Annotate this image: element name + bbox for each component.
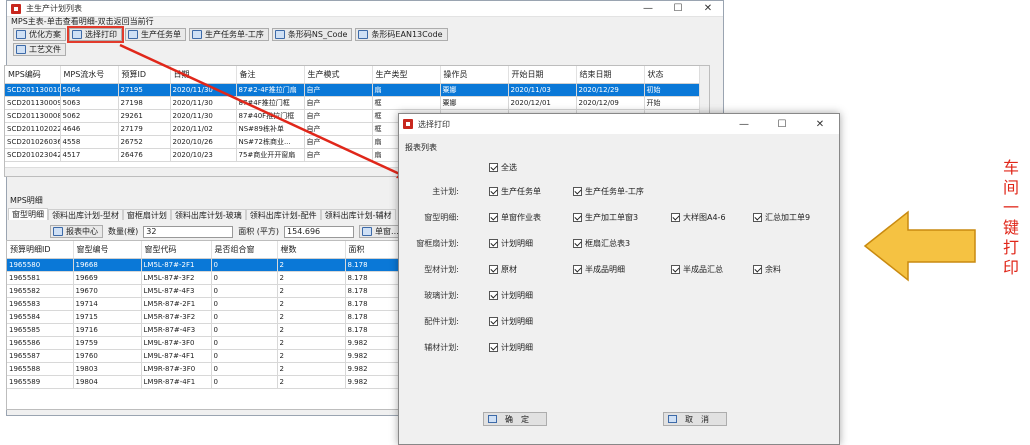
report-checkbox[interactable]: 计划明细 <box>489 342 533 353</box>
checkbox-checked-icon <box>489 239 498 248</box>
report-checkbox-label: 半成品明细 <box>585 265 625 274</box>
dialog-titlebar: 选择打印 — ☐ ✕ <box>399 114 839 134</box>
dialog-maximize-icon[interactable]: ☐ <box>763 119 801 130</box>
report-checkbox-label: 半成品汇总 <box>683 265 723 274</box>
checkbox-checked-icon <box>489 317 498 326</box>
cancel-label: 取 消 <box>685 414 709 424</box>
report-checkbox-label: 单窗作业表 <box>501 213 541 222</box>
dialog-close-icon[interactable]: ✕ <box>801 119 839 130</box>
report-checkbox-label: 计划明细 <box>501 291 533 300</box>
report-checkbox-label: 计划明细 <box>501 239 533 248</box>
report-checkbox[interactable]: 计划明细 <box>489 238 533 249</box>
dialog-title: 选择打印 <box>418 119 450 129</box>
checkbox-checked-icon <box>573 239 582 248</box>
checkbox-checked-icon <box>671 265 680 274</box>
report-checkbox-label: 原材 <box>501 265 517 274</box>
checkbox-checked-icon <box>671 213 680 222</box>
report-checkbox[interactable]: 半成品汇总 <box>671 264 723 275</box>
app-icon <box>403 119 413 129</box>
report-checkbox-label: 生产加工单窗3 <box>585 213 639 222</box>
report-checkbox-label: 大样图A4-6 <box>683 213 726 222</box>
checkbox-checked-icon <box>489 343 498 352</box>
yellow-left-arrow <box>863 210 976 282</box>
report-checkbox[interactable]: 生产任务单 <box>489 186 541 197</box>
checkbox-checked-icon <box>489 213 498 222</box>
cancel-icon <box>668 415 677 423</box>
report-group-label: 配件计划: <box>424 317 459 326</box>
ok-button[interactable]: 确 定 <box>483 412 547 426</box>
checkbox-checked-icon <box>489 265 498 274</box>
dialog-minimize-icon[interactable]: — <box>725 119 763 130</box>
report-checkbox[interactable]: 计划明细 <box>489 290 533 301</box>
report-checkbox[interactable]: 半成品明细 <box>573 264 625 275</box>
workshop-one-click-print-caption: 车间一键打印 <box>1002 158 1019 277</box>
report-group-label: 窗框扇计划: <box>416 239 459 248</box>
report-checkbox-label: 计划明细 <box>501 317 533 326</box>
checkbox-checked-icon <box>573 265 582 274</box>
report-checkbox[interactable]: 单窗作业表 <box>489 212 541 223</box>
report-list-label: 报表列表 <box>405 143 437 152</box>
report-checkbox[interactable]: 生产任务单-工序 <box>573 186 644 197</box>
checkbox-checked-icon <box>573 187 582 196</box>
checkbox-checked-icon <box>753 265 762 274</box>
report-checkbox[interactable]: 原材 <box>489 264 517 275</box>
report-checkbox-label: 计划明细 <box>501 343 533 352</box>
report-checkbox-label: 生产任务单 <box>501 187 541 196</box>
report-checkbox[interactable]: 生产加工单窗3 <box>573 212 638 223</box>
ok-icon <box>488 415 497 423</box>
report-checkbox[interactable]: 余料 <box>753 264 781 275</box>
report-group-label: 辅材计划: <box>424 343 459 352</box>
report-group-label: 主计划: <box>432 187 459 196</box>
ok-label: 确 定 <box>505 414 529 424</box>
checkbox-checked-icon <box>489 187 498 196</box>
report-checkbox-label: 生产任务单-工序 <box>585 187 644 196</box>
checkbox-checked-icon <box>753 213 762 222</box>
select-print-dialog: 选择打印 — ☐ ✕ 报表列表 全选 主计划: 生产任务单 生产任务单-工序窗型明细… <box>398 113 840 445</box>
report-checkbox[interactable]: 框扇汇总表3 <box>573 238 630 249</box>
select-all-label: 全选 <box>501 163 517 172</box>
cancel-button[interactable]: 取 消 <box>663 412 727 426</box>
report-checkbox[interactable]: 汇总加工单9 <box>753 212 810 223</box>
checkbox-checked-icon <box>573 213 582 222</box>
report-group-label: 玻璃计划: <box>424 291 459 300</box>
report-checkbox-label: 框扇汇总表3 <box>585 239 631 248</box>
report-group-label: 窗型明细: <box>424 213 459 222</box>
report-checkbox[interactable]: 计划明细 <box>489 316 533 327</box>
select-all-checkbox[interactable]: 全选 <box>489 162 517 173</box>
report-checkbox-label: 余料 <box>765 265 781 274</box>
checkbox-checked-icon <box>489 163 498 172</box>
report-checkbox-label: 汇总加工单9 <box>765 213 811 222</box>
report-group-label: 型材计划: <box>424 265 459 274</box>
red-arrow-line <box>119 43 405 178</box>
report-checkbox[interactable]: 大样图A4-6 <box>671 212 726 223</box>
checkbox-checked-icon <box>489 291 498 300</box>
